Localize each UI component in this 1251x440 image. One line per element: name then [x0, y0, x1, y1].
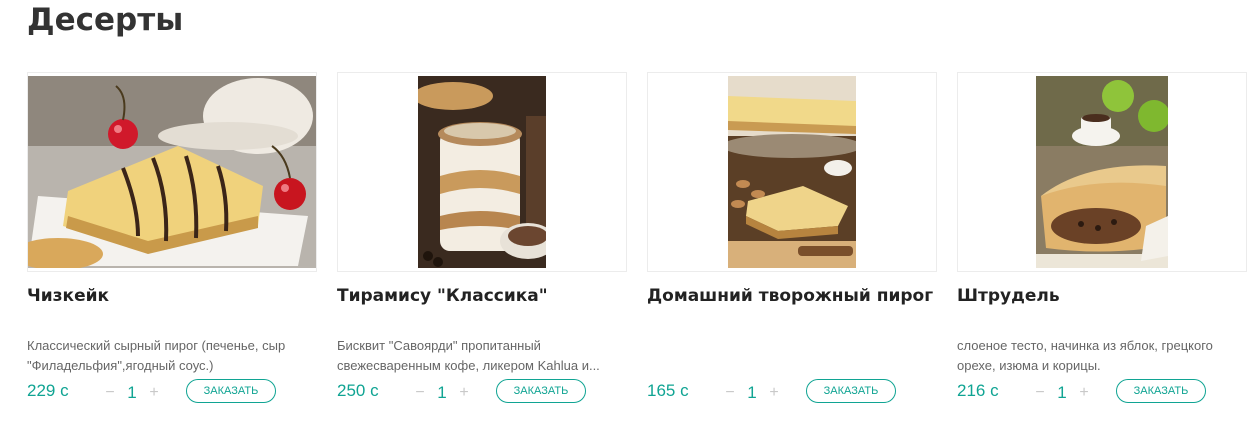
decrease-button[interactable]: − — [1033, 384, 1047, 402]
quantity-value: 1 — [1057, 383, 1067, 402]
product-card: Домашний творожный пирог 165 с − 1 + ЗАК… — [647, 72, 937, 422]
order-button[interactable]: ЗАКАЗАТЬ — [186, 379, 276, 403]
product-description: Бисквит "Савоярди" пропитанный свежесвар… — [337, 338, 600, 373]
product-image[interactable] — [337, 72, 627, 272]
increase-button[interactable]: + — [1077, 384, 1091, 402]
decrease-button[interactable]: − — [413, 384, 427, 402]
product-name[interactable]: Чизкейк — [27, 286, 327, 306]
order-button[interactable]: ЗАКАЗАТЬ — [1116, 379, 1206, 403]
product-card: Тирамису "Классика" Бисквит "Савоярди" п… — [337, 72, 627, 422]
tiramisu-photo — [418, 76, 546, 268]
increase-button[interactable]: + — [457, 384, 471, 402]
product-card: Штрудель слоеное тесто, начинка из яблок… — [957, 72, 1247, 422]
order-button[interactable]: ЗАКАЗАТЬ — [806, 379, 896, 403]
product-card: Чизкейк Классический сырный пирог (печен… — [27, 72, 317, 422]
product-description: Классический сырный пирог (печенье, сыр … — [27, 338, 286, 373]
product-name[interactable]: Домашний творожный пирог — [647, 286, 947, 306]
quantity-stepper: − 1 + — [1033, 381, 1091, 405]
cheesecake-photo — [28, 76, 316, 268]
product-image[interactable] — [647, 72, 937, 272]
product-price: 250 с — [337, 381, 379, 400]
order-button[interactable]: ЗАКАЗАТЬ — [496, 379, 586, 403]
increase-button[interactable]: + — [767, 384, 781, 402]
section-title: Десерты — [27, 2, 184, 38]
quantity-value: 1 — [127, 383, 137, 402]
product-grid: Чизкейк Классический сырный пирог (печен… — [27, 72, 1251, 432]
quantity-stepper: − 1 + — [723, 381, 781, 405]
quantity-value: 1 — [747, 383, 757, 402]
increase-button[interactable]: + — [147, 384, 161, 402]
product-image[interactable] — [957, 72, 1247, 272]
product-image[interactable] — [27, 72, 317, 272]
decrease-button[interactable]: − — [103, 384, 117, 402]
quantity-stepper: − 1 + — [103, 381, 161, 405]
product-description: слоеное тесто, начинка из яблок, грецког… — [957, 338, 1213, 373]
product-price: 216 с — [957, 381, 999, 400]
quantity-value: 1 — [437, 383, 447, 402]
product-name[interactable]: Тирамису "Классика" — [337, 286, 637, 306]
decrease-button[interactable]: − — [723, 384, 737, 402]
product-name[interactable]: Штрудель — [957, 286, 1251, 306]
quantity-stepper: − 1 + — [413, 381, 471, 405]
curd-pie-photo — [728, 76, 856, 268]
strudel-photo — [1036, 76, 1168, 268]
product-price: 165 с — [647, 381, 689, 400]
product-price: 229 с — [27, 381, 69, 400]
